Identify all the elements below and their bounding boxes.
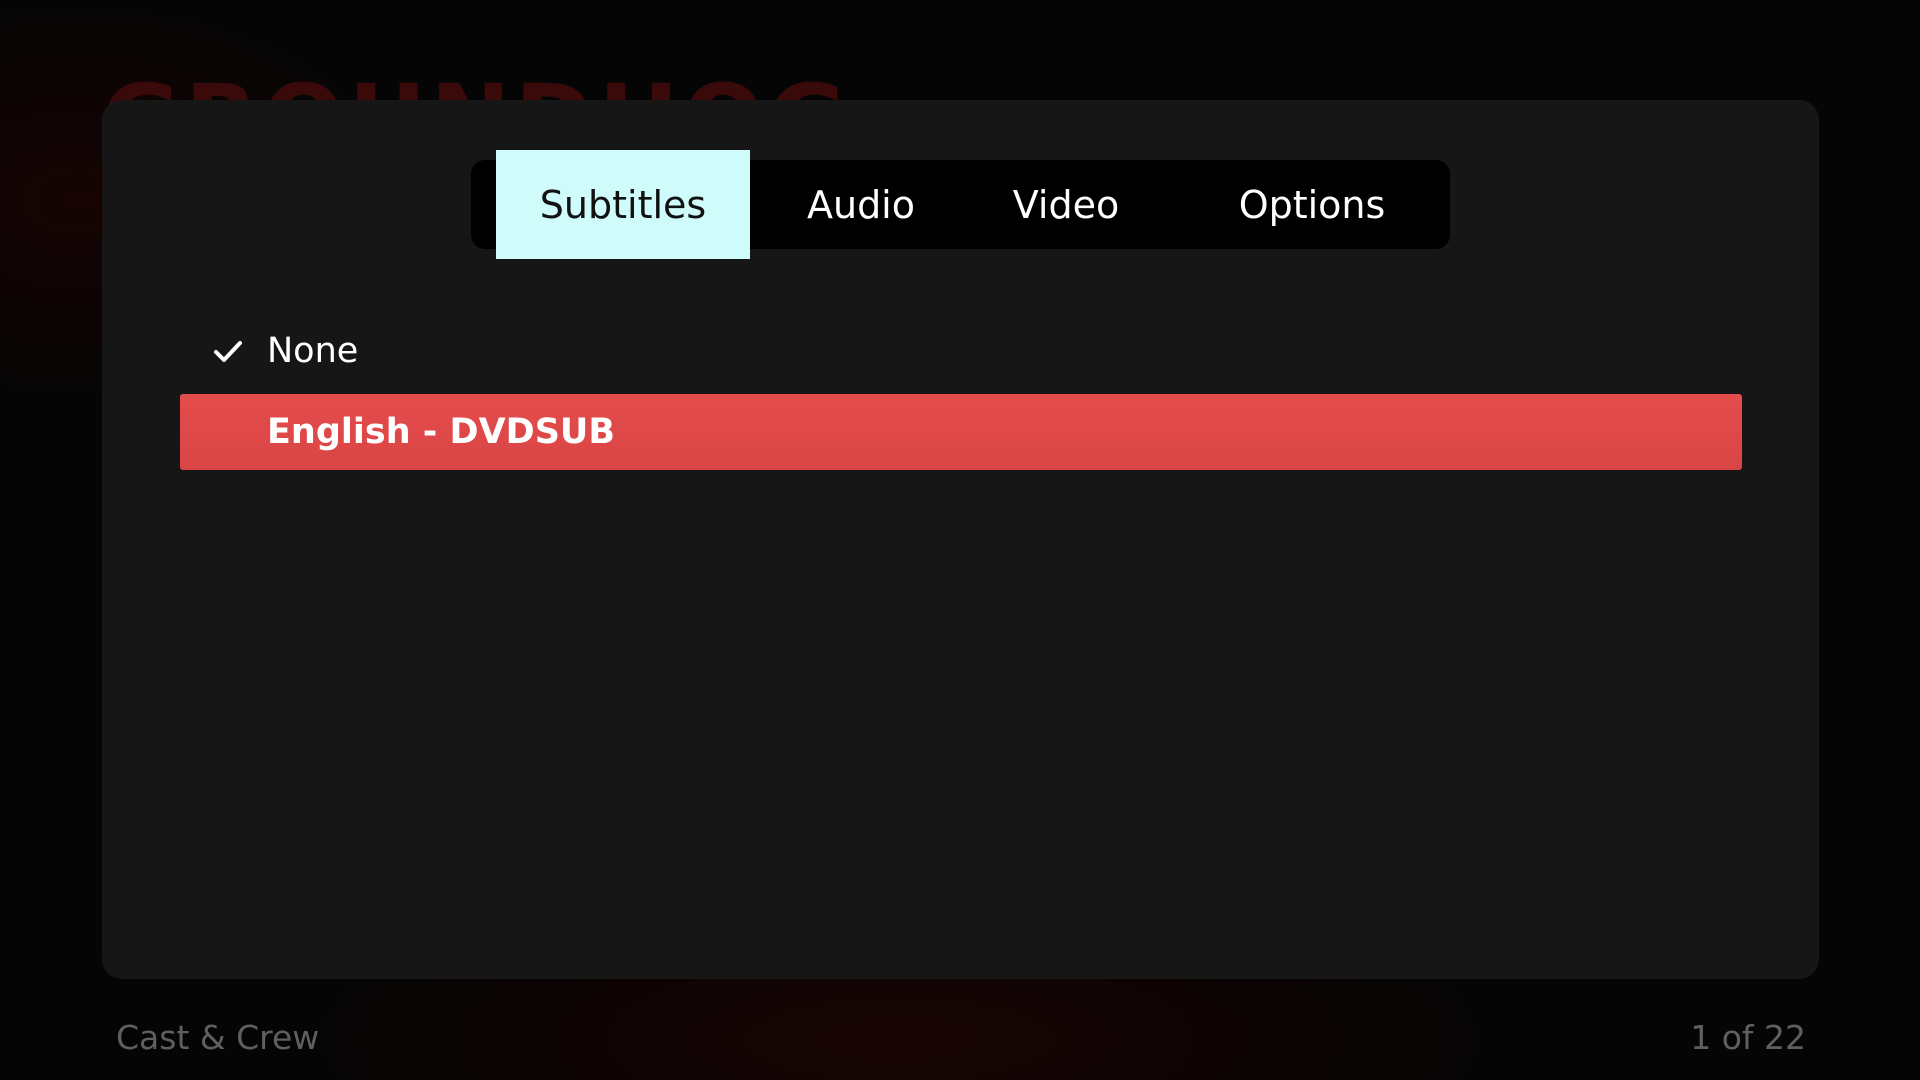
tab-subtitles[interactable]: Subtitles [496,150,750,259]
checkmark-icon [214,341,242,362]
subtitle-option-english-dvdsub[interactable]: English - DVDSUB [180,394,1742,470]
subtitle-option-label: None [267,331,359,371]
tab-options[interactable]: Options [1201,160,1423,249]
footer-section-label: Cast & Crew [116,1018,320,1057]
playback-settings-dialog: Subtitles Audio Video Options None Engli… [102,100,1819,979]
settings-tab-bar: Subtitles Audio Video Options [471,150,1450,259]
subtitle-option-none[interactable]: None [180,313,1742,389]
tab-audio[interactable]: Audio [771,160,951,249]
subtitle-option-label: English - DVDSUB [267,412,616,452]
tab-video[interactable]: Video [976,160,1156,249]
screen: GROUNDHOG Subtitles Audio Video Options … [0,0,1920,1080]
footer-page-counter: 1 of 22 [1690,1018,1806,1057]
